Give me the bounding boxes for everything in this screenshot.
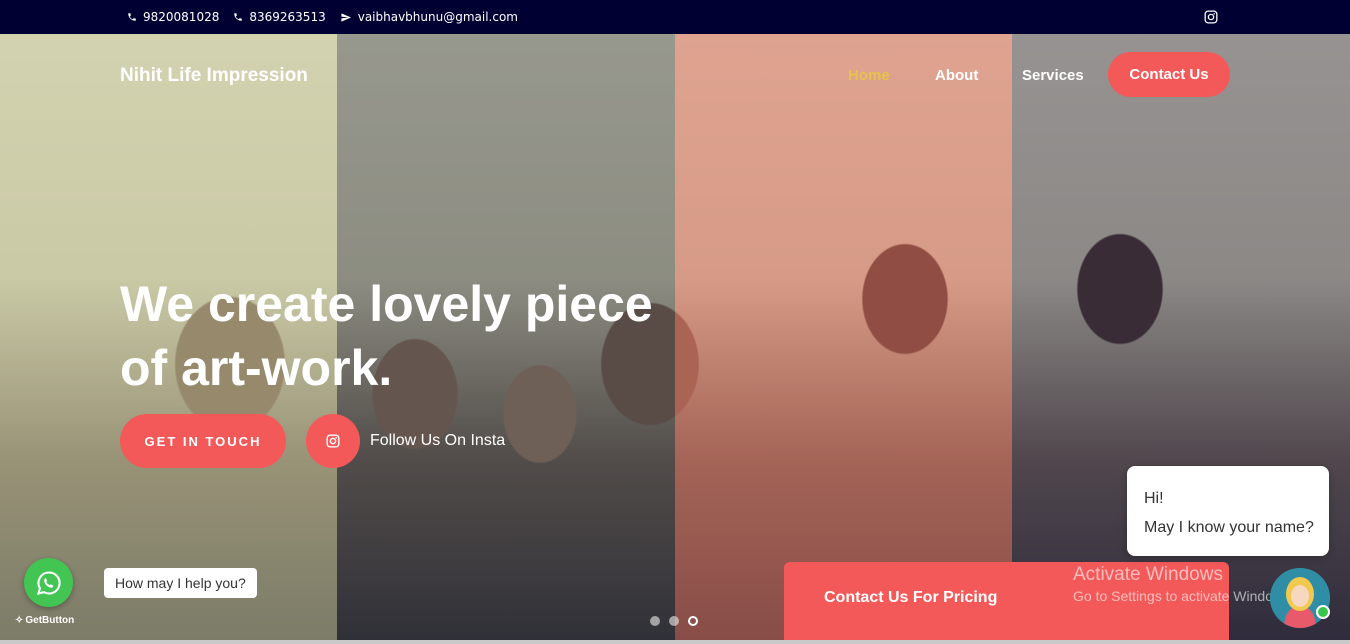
nav-home[interactable]: Home <box>848 67 890 84</box>
hero-headline-line-1: We create lovely piece <box>120 276 653 332</box>
hero-headline: We create lovely piece of art-work. <box>120 272 760 400</box>
site-logo[interactable]: Nihit Life Impression <box>120 65 308 87</box>
instagram-follow-button[interactable] <box>306 414 360 468</box>
getbutton-credit[interactable]: ✧ GetButton <box>15 615 74 626</box>
chat-line-2: May I know your name? <box>1144 519 1314 536</box>
whatsapp-button[interactable] <box>24 558 73 607</box>
slider-dots <box>650 616 698 626</box>
nav-services[interactable]: Services <box>1022 67 1084 84</box>
phone-icon <box>234 13 243 21</box>
contact-info: 9820081028 8369263513 vaibhavbhunu@gmail… <box>127 10 518 24</box>
getbutton-text: GetButton <box>25 615 75 626</box>
chat-line-1: Hi! <box>1144 490 1164 507</box>
phone-1-text: 9820081028 <box>143 10 220 24</box>
follow-insta-link[interactable]: Follow Us On Insta <box>370 432 505 450</box>
whatsapp-tooltip[interactable]: How may I help you? <box>104 568 257 598</box>
slider-dot-2[interactable] <box>669 616 679 626</box>
instagram-icon[interactable] <box>1204 10 1218 24</box>
chat-greeting-bubble[interactable]: Hi! May I know your name? <box>1127 466 1329 556</box>
bottom-divider <box>0 640 1350 644</box>
phone-2-text: 8369263513 <box>249 10 326 24</box>
paper-plane-icon <box>341 12 351 22</box>
email-text: vaibhavbhunu@gmail.com <box>357 10 518 24</box>
slider-dot-1[interactable] <box>650 616 660 626</box>
top-contact-bar: 9820081028 8369263513 vaibhavbhunu@gmail… <box>0 0 1350 34</box>
phone-2[interactable]: 8369263513 <box>233 10 326 24</box>
pricing-label: Contact Us For Pricing <box>824 589 998 606</box>
watermark-subtitle: Go to Settings to activate Windows. <box>1073 588 1294 604</box>
instagram-icon <box>326 434 340 448</box>
chat-agent-avatar[interactable] <box>1270 568 1330 628</box>
whatsapp-icon <box>36 570 61 595</box>
windows-activation-watermark: Activate Windows Go to Settings to activ… <box>1073 564 1294 604</box>
online-status-dot <box>1316 605 1330 619</box>
watermark-title: Activate Windows <box>1073 564 1223 585</box>
hero-headline-line-2: of art-work. <box>120 340 393 396</box>
email-link[interactable]: vaibhavbhunu@gmail.com <box>340 10 518 24</box>
hero-section: Nihit Life Impression Home About Service… <box>0 34 1350 644</box>
nav-about[interactable]: About <box>935 67 978 84</box>
getbutton-logo-icon: ✧ <box>15 615 24 626</box>
slider-dot-3-active[interactable] <box>688 616 698 626</box>
contact-us-button[interactable]: Contact Us <box>1108 52 1230 97</box>
phone-icon <box>128 13 136 21</box>
agent-avatar-icon <box>1270 568 1330 628</box>
get-in-touch-button[interactable]: GET IN TOUCH <box>120 414 286 468</box>
phone-1[interactable]: 9820081028 <box>127 10 219 24</box>
